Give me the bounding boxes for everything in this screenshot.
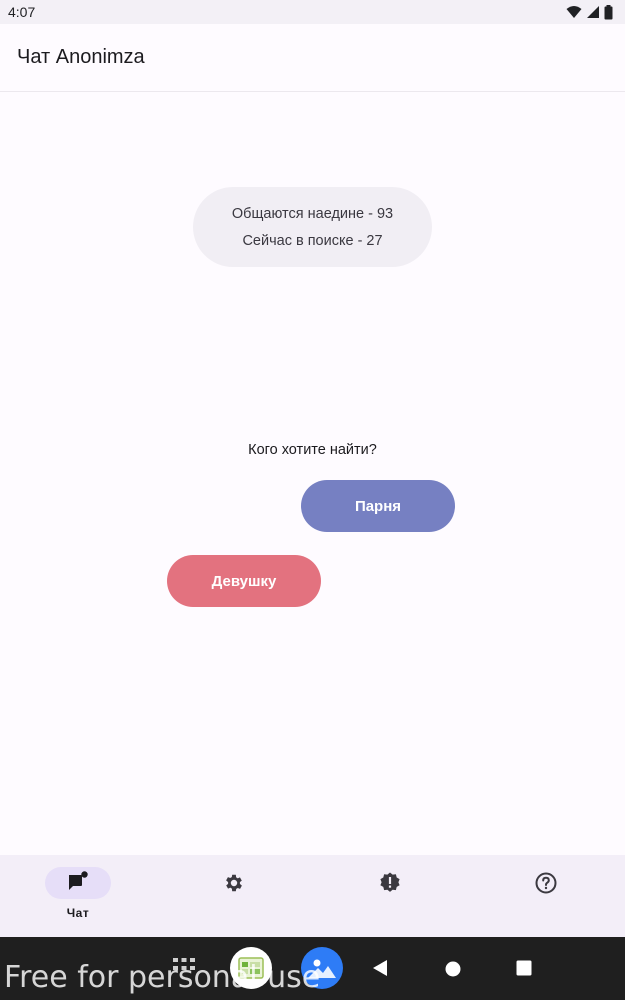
settings-gear-icon (223, 872, 245, 894)
app-bar: Чат Anonimza (0, 24, 625, 92)
online-stats-bubble: Общаются наедине - 93 Сейчас в поиске - … (193, 187, 432, 267)
app-title: Чат Anonimza (17, 46, 145, 68)
alert-badge-icon (378, 871, 402, 895)
status-icons (566, 4, 613, 20)
wifi-icon (566, 5, 582, 19)
nav-item-settings[interactable] (184, 855, 284, 937)
search-question: Кого хотите найти? (248, 442, 377, 458)
bottom-navigation: Чат (0, 855, 625, 937)
nav-item-chat[interactable]: Чат (28, 855, 128, 937)
help-circle-icon (534, 871, 558, 895)
find-boy-button[interactable]: Парня (301, 480, 455, 532)
nav-active-indicator (45, 867, 111, 899)
chat-flag-icon (66, 871, 90, 895)
home-icon[interactable] (445, 961, 461, 977)
searching-count: Сейчас в поиске - 27 (242, 232, 383, 249)
status-time: 4:07 (8, 4, 36, 20)
signal-icon (586, 5, 600, 19)
nav-pill-report (357, 867, 423, 899)
app-drawer-icon[interactable] (172, 956, 196, 976)
nav-label-chat: Чат (66, 906, 90, 920)
nav-item-help[interactable] (496, 855, 596, 937)
find-girl-button[interactable]: Девушку (167, 555, 321, 607)
battery-icon (604, 4, 613, 20)
recents-icon[interactable] (516, 960, 532, 976)
gallery-app-icon[interactable] (301, 947, 343, 989)
status-bar: 4:07 (0, 0, 625, 24)
back-icon[interactable] (372, 959, 388, 977)
nav-pill-settings (201, 867, 267, 899)
nav-pill-help (513, 867, 579, 899)
system-navigation-bar (0, 937, 625, 1000)
nav-item-report[interactable] (340, 855, 440, 937)
chatting-count: Общаются наедине - 93 (231, 205, 394, 222)
sheets-app-icon[interactable] (230, 947, 272, 989)
